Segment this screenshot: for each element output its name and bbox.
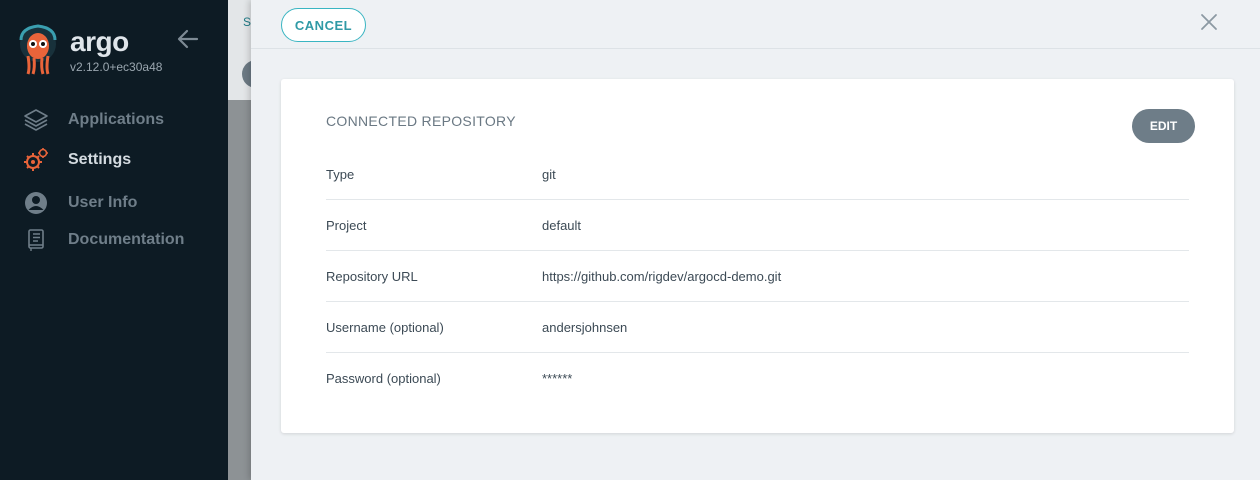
- sidebar-item-label: Applications: [68, 111, 165, 128]
- row-value: andersjohnsen: [542, 320, 628, 335]
- panel-toolbar: CANCEL: [251, 0, 1260, 49]
- cancel-button[interactable]: CANCEL: [281, 8, 366, 42]
- row-key: Type: [326, 167, 355, 182]
- row-value: git: [542, 167, 556, 182]
- detail-row-project: Project default: [326, 200, 1189, 251]
- sidebar-item-settings[interactable]: Settings: [22, 146, 212, 174]
- brand-name: argo: [70, 26, 129, 57]
- collapse-sidebar-button[interactable]: [176, 28, 200, 50]
- sidebar: argo v2.12.0+ec30a48 Applications Settin…: [0, 0, 228, 480]
- background-breadcrumb: S: [243, 15, 252, 29]
- sidebar-item-label: Documentation: [68, 231, 185, 248]
- detail-row-repository-url: Repository URL https://github.com/rigdev…: [326, 251, 1189, 302]
- sidebar-item-user-info[interactable]: User Info: [22, 189, 212, 217]
- row-key: Project: [326, 218, 367, 233]
- close-panel-button[interactable]: [1199, 12, 1219, 32]
- sliding-panel: CANCEL CONNECTED REPOSITORY EDIT Type gi…: [251, 0, 1260, 480]
- row-key: Password (optional): [326, 371, 441, 386]
- layers-icon: [22, 106, 50, 134]
- card-title: CONNECTED REPOSITORY: [326, 113, 516, 129]
- user-circle-icon: [22, 189, 50, 217]
- repository-card: CONNECTED REPOSITORY EDIT Type git Proje…: [281, 79, 1234, 433]
- row-value: default: [542, 218, 582, 233]
- sidebar-item-applications[interactable]: Applications: [22, 106, 212, 134]
- argo-logo: [16, 24, 60, 76]
- row-value: https://github.com/rigdev/argocd-demo.gi…: [542, 269, 782, 284]
- sidebar-item-documentation[interactable]: Documentation: [22, 226, 212, 254]
- row-value: ******: [542, 371, 573, 386]
- sidebar-item-label: User Info: [68, 194, 138, 211]
- detail-row-username: Username (optional) andersjohnsen: [326, 302, 1189, 353]
- arrow-left-icon: [177, 29, 199, 49]
- detail-row-password: Password (optional) ******: [326, 353, 1189, 404]
- row-key: Repository URL: [326, 269, 418, 284]
- version-label: v2.12.0+ec30a48: [70, 60, 163, 74]
- gears-icon: [22, 146, 50, 174]
- sidebar-item-label: Settings: [68, 151, 132, 168]
- book-icon: [22, 226, 50, 254]
- detail-row-type: Type git: [326, 149, 1189, 200]
- row-key: Username (optional): [326, 320, 444, 335]
- close-icon: [1201, 14, 1217, 30]
- edit-button[interactable]: EDIT: [1132, 109, 1195, 143]
